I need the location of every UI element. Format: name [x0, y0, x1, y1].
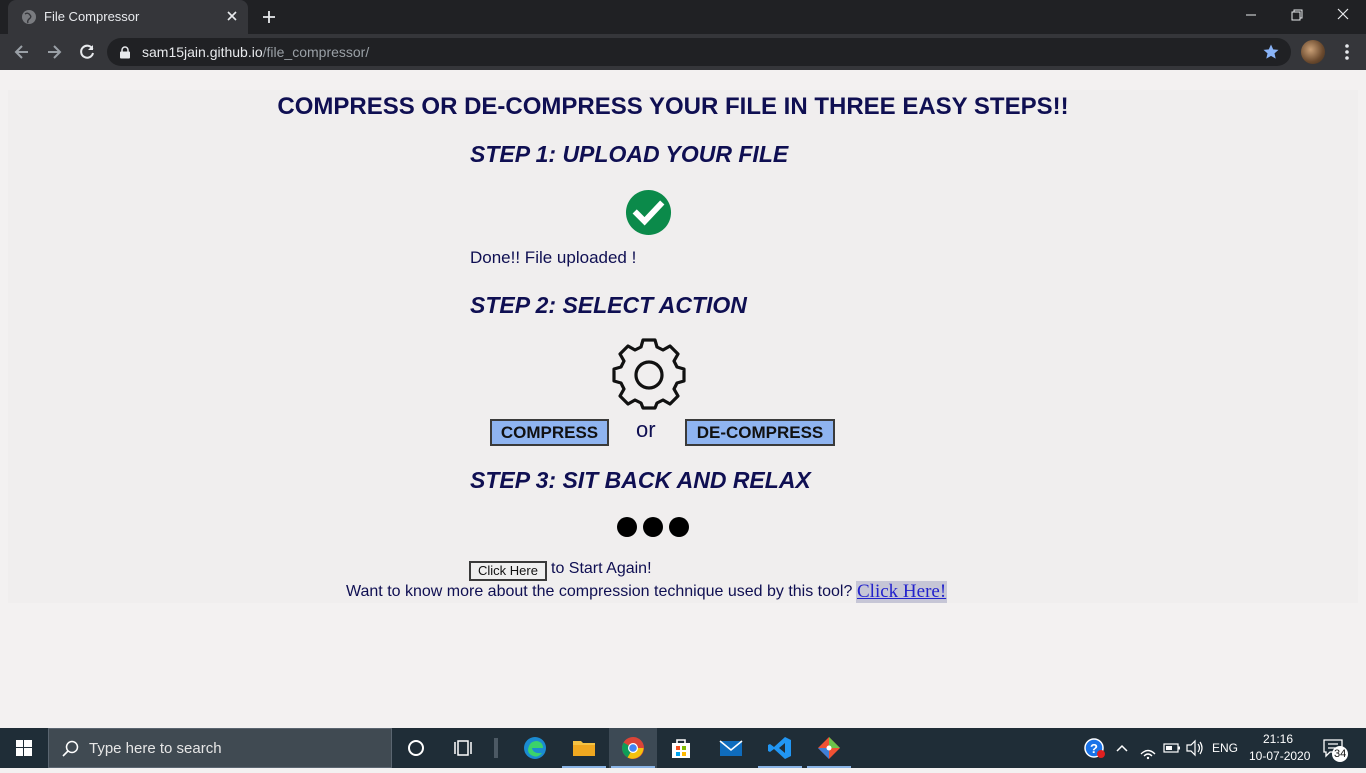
minimize-icon — [1246, 14, 1256, 16]
search-icon — [62, 740, 79, 757]
url-text: sam15jain.github.io/file_compressor/ — [142, 44, 369, 60]
profile-avatar[interactable] — [1301, 40, 1325, 64]
edge-app[interactable] — [511, 728, 559, 768]
chrome-app[interactable] — [609, 728, 657, 768]
globe-icon — [22, 10, 36, 24]
info-link[interactable]: Click Here! — [856, 581, 948, 603]
action-center-button[interactable]: 34 — [1318, 728, 1354, 768]
start-again-button[interactable]: Click Here — [469, 561, 547, 581]
notification-count-badge: 34 — [1334, 748, 1347, 760]
more-menu-icon[interactable] — [1339, 42, 1355, 62]
back-arrow-icon[interactable] — [12, 42, 32, 62]
git-app[interactable] — [805, 728, 853, 768]
chrome-icon — [622, 737, 644, 759]
search-placeholder: Type here to search — [89, 740, 222, 757]
start-again-text: to Start Again! — [551, 560, 652, 577]
info-text: Want to know more about the compression … — [346, 583, 853, 600]
git-icon — [818, 737, 840, 759]
url-path: /file_compressor/ — [262, 44, 370, 60]
page-viewport: COMPRESS OR DE-COMPRESS YOUR FILE IN THR… — [0, 70, 1366, 728]
restore-button[interactable] — [1274, 0, 1320, 30]
mail-app[interactable] — [707, 728, 755, 768]
edge-icon — [524, 737, 546, 759]
clock-date[interactable]: 10-07-2020 — [1249, 749, 1310, 763]
store-bag-icon — [672, 739, 690, 758]
mail-icon — [719, 740, 743, 756]
wifi-icon — [1140, 749, 1156, 760]
close-icon — [1337, 8, 1349, 20]
bookmark-star-icon[interactable] — [1262, 43, 1280, 61]
close-tab-icon[interactable] — [224, 8, 240, 24]
page-title: COMPRESS OR DE-COMPRESS YOUR FILE IN THR… — [277, 93, 1069, 120]
step3-heading: STEP 3: SIT BACK AND RELAX — [470, 467, 811, 493]
start-button[interactable] — [0, 728, 48, 768]
help-tray-button[interactable]: ? — [1082, 728, 1108, 768]
compressor-panel: COMPRESS OR DE-COMPRESS YOUR FILE IN THR… — [8, 90, 1358, 603]
vscode-icon — [768, 737, 791, 759]
speaker-icon — [1186, 739, 1203, 757]
task-view-icon — [454, 740, 472, 756]
network-tray-button[interactable] — [1137, 728, 1159, 768]
compress-button[interactable]: COMPRESS — [490, 419, 609, 446]
windows-taskbar: Type here to search ? ENG 21:16 10-07-20… — [0, 728, 1366, 768]
step1-heading: STEP 1: UPLOAD YOUR FILE — [470, 141, 789, 167]
cortana-icon — [408, 740, 424, 756]
volume-tray-button[interactable] — [1184, 728, 1206, 768]
windows-logo-icon — [16, 740, 32, 756]
browser-toolbar: sam15jain.github.io/file_compressor/ — [0, 34, 1366, 70]
taskbar-search[interactable]: Type here to search — [48, 728, 392, 768]
chevron-up-icon — [1116, 744, 1128, 752]
store-app[interactable] — [657, 728, 705, 768]
address-bar[interactable]: sam15jain.github.io/file_compressor/ — [107, 38, 1291, 66]
task-view-button[interactable] — [440, 728, 488, 768]
lock-icon[interactable] — [119, 46, 131, 59]
gear-icon — [612, 338, 686, 410]
clock-time[interactable]: 21:16 — [1263, 732, 1293, 746]
show-hidden-icons-button[interactable] — [1112, 728, 1132, 768]
step2-heading: STEP 2: SELECT ACTION — [470, 292, 747, 318]
url-domain: sam15jain.github.io — [142, 44, 263, 60]
reload-icon[interactable] — [77, 42, 97, 62]
taskbar-divider — [494, 738, 498, 758]
file-explorer-app[interactable] — [560, 728, 608, 768]
browser-tab[interactable]: File Compressor — [8, 0, 248, 34]
battery-icon — [1163, 743, 1180, 753]
minimize-button[interactable] — [1228, 0, 1274, 30]
cortana-button[interactable] — [392, 728, 440, 768]
decompress-button[interactable]: DE-COMPRESS — [685, 419, 835, 446]
svg-text:?: ? — [1090, 741, 1098, 756]
tab-title: File Compressor — [44, 9, 140, 24]
forward-arrow-icon[interactable] — [44, 42, 64, 62]
loading-dots-icon — [617, 517, 689, 537]
vscode-app[interactable] — [756, 728, 804, 768]
browser-tab-strip: File Compressor — [0, 0, 1366, 34]
help-icon: ? — [1084, 738, 1105, 758]
language-indicator[interactable]: ENG — [1212, 741, 1238, 755]
restore-icon — [1291, 9, 1303, 21]
close-window-button[interactable] — [1320, 0, 1366, 30]
check-circle-icon — [625, 189, 672, 236]
new-tab-icon[interactable] — [260, 8, 278, 26]
battery-tray-button[interactable] — [1161, 728, 1183, 768]
upload-status: Done!! File uploaded ! — [470, 248, 637, 267]
folder-icon — [573, 741, 595, 756]
or-separator: or — [636, 417, 656, 442]
